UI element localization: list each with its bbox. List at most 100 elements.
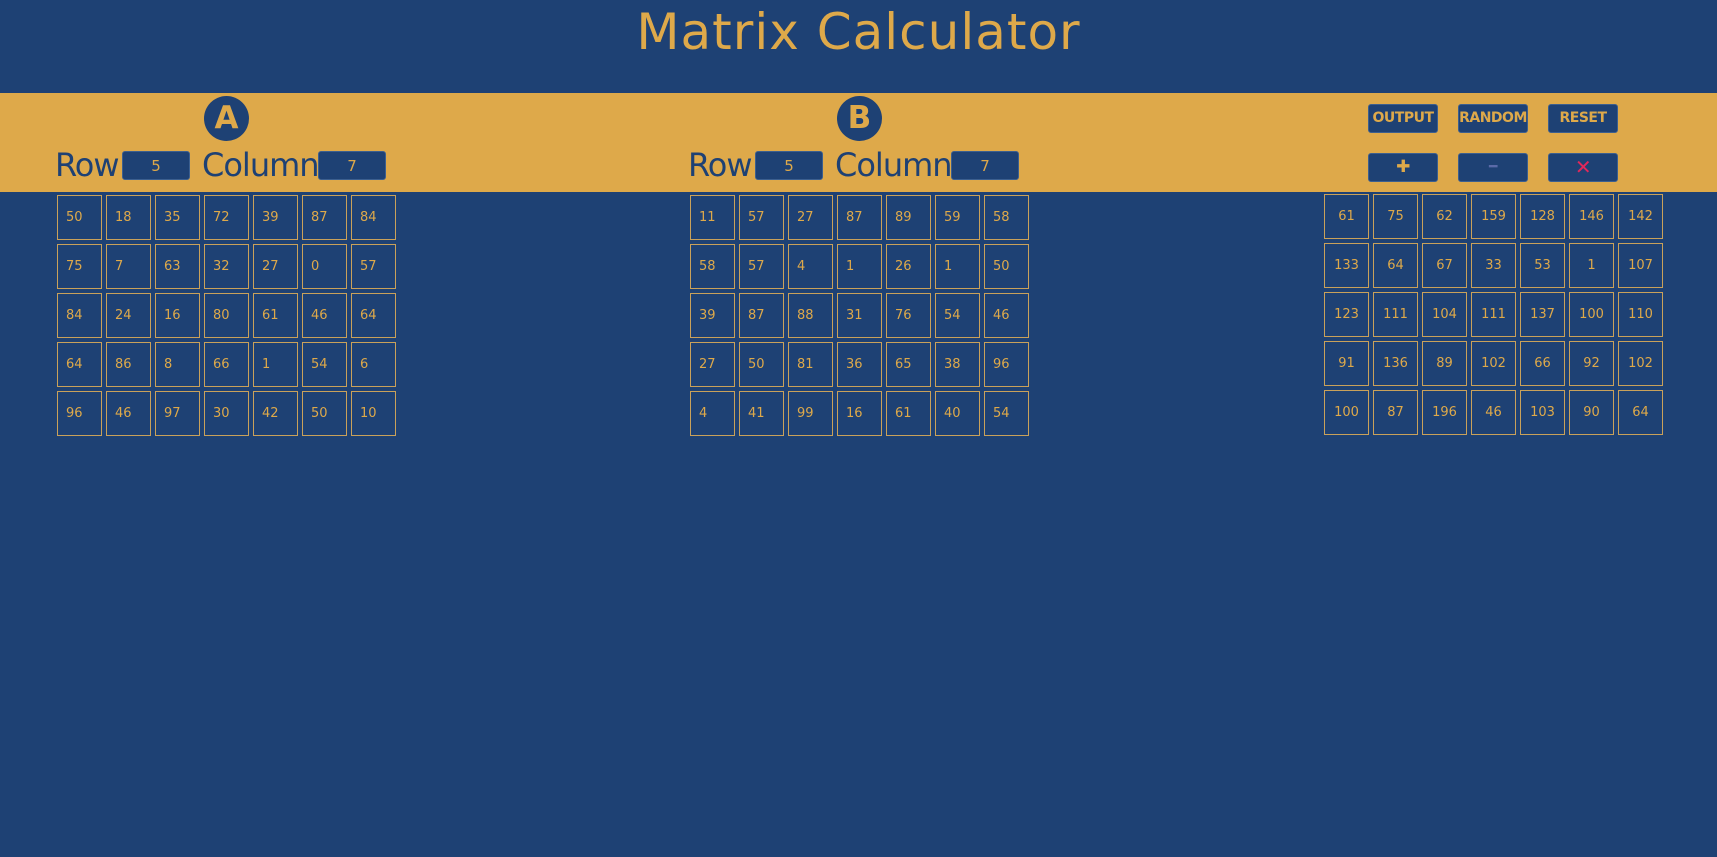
multiply-button[interactable]: ✕ [1548,153,1618,182]
matrix-b-cell[interactable] [788,342,833,387]
matrix-b-cell[interactable] [739,342,784,387]
matrix-a-cell[interactable] [106,195,151,240]
matrix-b-cell[interactable] [886,293,931,338]
matrix-b-cell[interactable] [935,195,980,240]
matrix-a-cell[interactable] [204,293,249,338]
result-cell: 103 [1520,390,1565,435]
matrix-a-cell[interactable] [106,342,151,387]
matrix-b-cell[interactable] [984,293,1029,338]
matrix-b-cell[interactable] [739,293,784,338]
result-cell: 64 [1373,243,1418,288]
random-button[interactable]: RANDOM [1458,104,1528,133]
matrix-b-cell[interactable] [935,391,980,436]
result-cell: 133 [1324,243,1369,288]
matrix-a-cell[interactable] [155,293,200,338]
matrix-b-cell[interactable] [739,244,784,289]
matrix-b-cell[interactable] [984,391,1029,436]
matrix-b-column-label: Column [835,146,953,184]
matrix-a-cell[interactable] [155,391,200,436]
matrix-a-cell[interactable] [302,391,347,436]
matrix-a-cell[interactable] [302,293,347,338]
matrix-a-cell[interactable] [57,293,102,338]
matrix-b-cell[interactable] [837,293,882,338]
matrix-b-column-input[interactable] [951,151,1019,180]
matrix-a-cell[interactable] [302,195,347,240]
matrix-a-column-input[interactable] [318,151,386,180]
result-cell: 142 [1618,194,1663,239]
matrix-b-cell[interactable] [984,342,1029,387]
matrix-b-cell[interactable] [690,293,735,338]
matrix-b-cell[interactable] [788,391,833,436]
matrix-a-cell[interactable] [204,244,249,289]
matrix-a-cell[interactable] [57,342,102,387]
matrix-a-cell[interactable] [57,195,102,240]
matrix-b-cell[interactable] [690,244,735,289]
matrix-a-cell[interactable] [204,342,249,387]
page-title: Matrix Calculator [636,3,1081,61]
matrix-a-cell[interactable] [57,391,102,436]
result-cell: 46 [1471,390,1516,435]
matrix-b-cell[interactable] [984,195,1029,240]
matrix-a-row-input[interactable] [122,151,190,180]
matrix-b-cell[interactable] [837,342,882,387]
subtract-button[interactable]: ━ [1458,153,1528,182]
result-cell: 75 [1373,194,1418,239]
matrix-a-cell[interactable] [302,342,347,387]
matrix-b-cell[interactable] [788,293,833,338]
matrix-b-cell[interactable] [886,342,931,387]
matrix-b-cell[interactable] [837,195,882,240]
matrix-a-cell[interactable] [57,244,102,289]
matrix-a-cell[interactable] [106,391,151,436]
matrix-a-cell[interactable] [204,391,249,436]
matrix-b-cell[interactable] [984,244,1029,289]
matrix-b-cell[interactable] [886,195,931,240]
add-button[interactable]: ✚ [1368,153,1438,182]
matrix-a-cell[interactable] [351,391,396,436]
matrix-a-cell[interactable] [204,195,249,240]
matrix-b-cell[interactable] [690,342,735,387]
matrix-b-cell[interactable] [690,195,735,240]
output-button[interactable]: OUTPUT [1368,104,1438,133]
matrix-a-cell[interactable] [351,244,396,289]
matrix-b-cell[interactable] [788,244,833,289]
matrix-a-cell[interactable] [351,195,396,240]
matrix-a-cell[interactable] [302,244,347,289]
matrix-a-cell[interactable] [106,293,151,338]
matrix-b-cell[interactable] [690,391,735,436]
result-cell: 66 [1520,341,1565,386]
matrix-a-cell[interactable] [351,342,396,387]
result-cell: 64 [1618,390,1663,435]
matrix-a-cell[interactable] [253,244,298,289]
result-cell: 62 [1422,194,1467,239]
matrix-b-cell[interactable] [935,244,980,289]
result-cell: 92 [1569,341,1614,386]
matrix-b-cell[interactable] [739,195,784,240]
matrix-a-cell[interactable] [155,342,200,387]
result-cell: 146 [1569,194,1614,239]
result-cell: 1 [1569,243,1614,288]
matrix-a-cell[interactable] [155,244,200,289]
matrix-b-cell[interactable] [837,244,882,289]
matrix-b-cell[interactable] [837,391,882,436]
minus-icon: ━ [1489,159,1497,175]
reset-button[interactable]: RESET [1548,104,1618,133]
matrix-a-cell[interactable] [253,195,298,240]
result-grid: 61 75 62 159 128 146 142 133 64 67 33 53 1 107 123 111 1… [1324,194,1663,435]
matrix-a-cell[interactable] [351,293,396,338]
matrix-a-cell[interactable] [253,391,298,436]
result-cell: 100 [1569,292,1614,337]
matrix-b-cell[interactable] [935,342,980,387]
matrix-b-cell[interactable] [788,195,833,240]
result-cell: 196 [1422,390,1467,435]
matrix-b-cell[interactable] [739,391,784,436]
matrix-b-cell[interactable] [886,244,931,289]
matrix-a-cell[interactable] [253,342,298,387]
matrix-a-cell[interactable] [106,244,151,289]
matrix-b-row-input[interactable] [755,151,823,180]
matrix-b-cell[interactable] [935,293,980,338]
matrix-a-badge: A [204,96,249,141]
matrix-b-cell[interactable] [886,391,931,436]
control-bar: A Row Column B Row Column OUTPUT RANDOM … [0,93,1717,192]
matrix-a-cell[interactable] [155,195,200,240]
matrix-a-cell[interactable] [253,293,298,338]
